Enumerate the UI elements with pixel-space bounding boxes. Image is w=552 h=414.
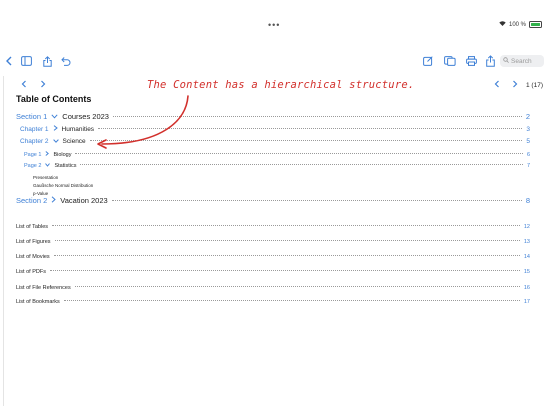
prev-page-chevron-icon-right[interactable] <box>494 80 500 91</box>
gallery-icon[interactable] <box>443 55 456 67</box>
toc-entry-prefix[interactable]: Page 2 <box>24 163 41 169</box>
list-entry-label[interactable]: List of Figures <box>16 239 51 245</box>
chevron-down-icon[interactable] <box>51 114 58 121</box>
list-entry-page[interactable]: 14 <box>524 254 530 260</box>
leader-dots <box>63 300 520 301</box>
wifi-icon <box>499 21 506 28</box>
list-entry-label[interactable]: List of File References <box>16 285 71 291</box>
toc-entry-page-level[interactable]: Page 1 Biology 6 <box>24 151 530 158</box>
toc-entry-section[interactable]: Section 2 Vacation 2023 8 <box>16 196 530 205</box>
list-entry[interactable]: List of PDFs 15 <box>16 269 530 275</box>
leader-dots <box>49 270 520 271</box>
sub-items: Presentation Gaußsche Normal Distributio… <box>33 174 93 198</box>
next-page-chevron-icon-right[interactable] <box>512 80 518 91</box>
list-entry-label[interactable]: List of Movies <box>16 254 50 260</box>
chevron-right-icon[interactable] <box>53 125 58 133</box>
sidebar-icon[interactable] <box>20 55 32 67</box>
search-input[interactable]: Search <box>500 55 544 67</box>
chevron-right-icon[interactable] <box>51 196 57 205</box>
multitasking-dots[interactable]: ••• <box>268 20 280 30</box>
export-icon[interactable] <box>485 54 495 67</box>
toc-entry-label[interactable]: Statistics <box>54 163 76 169</box>
toc-entry-page[interactable]: 6 <box>527 152 530 158</box>
toc-entry-page[interactable]: 3 <box>526 126 530 133</box>
battery-icon <box>529 21 542 28</box>
back-chevron-icon[interactable] <box>4 55 14 67</box>
toc-entry-label[interactable]: Biology <box>53 152 71 158</box>
list-entry[interactable]: List of File References 16 <box>16 285 530 291</box>
annotation-text: The Content has a hierarchical structure… <box>147 79 415 91</box>
toc-entry-prefix[interactable]: Chapter 2 <box>20 138 49 145</box>
toc-entry-page[interactable]: 5 <box>526 138 530 145</box>
toc-subitem[interactable]: Gaußsche Normal Distribution <box>33 182 93 190</box>
edit-icon[interactable] <box>422 55 434 67</box>
share-icon[interactable] <box>41 55 53 67</box>
toc-entry-page-level[interactable]: Page 2 Statistics 7 <box>24 163 530 169</box>
list-entry-label[interactable]: List of PDFs <box>16 269 46 275</box>
prev-page-chevron-icon[interactable] <box>21 80 27 91</box>
toc-entry-prefix[interactable]: Chapter 1 <box>20 126 49 133</box>
list-entry[interactable]: List of Figures 13 <box>16 239 530 245</box>
list-entry-page[interactable]: 15 <box>524 269 530 275</box>
leader-dots <box>111 200 522 201</box>
toc-title: Table of Contents <box>16 94 92 104</box>
page-edge <box>3 76 4 406</box>
list-entry-page[interactable]: 17 <box>524 299 530 305</box>
toc-entry-prefix[interactable]: Page 1 <box>24 152 41 158</box>
leader-dots <box>52 225 520 226</box>
toc-entry-page[interactable]: 7 <box>527 163 530 169</box>
chevron-right-icon[interactable] <box>45 151 50 158</box>
toc-entry-label[interactable]: Vacation 2023 <box>60 196 107 205</box>
status-indicators: 100 % <box>499 21 542 28</box>
page-count: 1 (17) <box>526 82 543 89</box>
leader-dots <box>74 286 520 287</box>
chevron-down-icon[interactable] <box>52 139 59 145</box>
search-icon <box>503 57 509 65</box>
battery-percent: 100 % <box>508 21 526 28</box>
list-entry-page[interactable]: 16 <box>524 285 530 291</box>
annotation-arrow-icon <box>97 95 189 149</box>
leader-dots <box>53 255 520 256</box>
leader-dots <box>75 153 523 154</box>
toc-entry-prefix[interactable]: Section 1 <box>16 112 47 121</box>
print-icon[interactable] <box>465 55 477 67</box>
toc-entry-label[interactable]: Science <box>63 138 86 145</box>
search-placeholder: Search <box>511 57 532 65</box>
leader-dots <box>80 164 523 165</box>
list-entry-label[interactable]: List of Tables <box>16 224 48 230</box>
list-entry-label[interactable]: List of Bookmarks <box>16 299 60 305</box>
next-page-chevron-icon[interactable] <box>40 80 46 91</box>
list-entry[interactable]: List of Bookmarks 17 <box>16 299 530 305</box>
list-entry-page[interactable]: 12 <box>524 224 530 230</box>
toc-entry-prefix[interactable]: Section 2 <box>16 196 47 205</box>
chevron-down-icon[interactable] <box>45 163 51 169</box>
undo-icon[interactable] <box>60 55 72 67</box>
list-entry[interactable]: List of Tables 12 <box>16 224 530 230</box>
list-entry-page[interactable]: 13 <box>524 239 530 245</box>
toc-entry-page[interactable]: 8 <box>526 196 530 205</box>
list-entry[interactable]: List of Movies 14 <box>16 254 530 260</box>
leader-dots <box>54 240 520 241</box>
toc-subitem[interactable]: Presentation <box>33 174 93 182</box>
toc-entry-page[interactable]: 2 <box>526 112 530 121</box>
